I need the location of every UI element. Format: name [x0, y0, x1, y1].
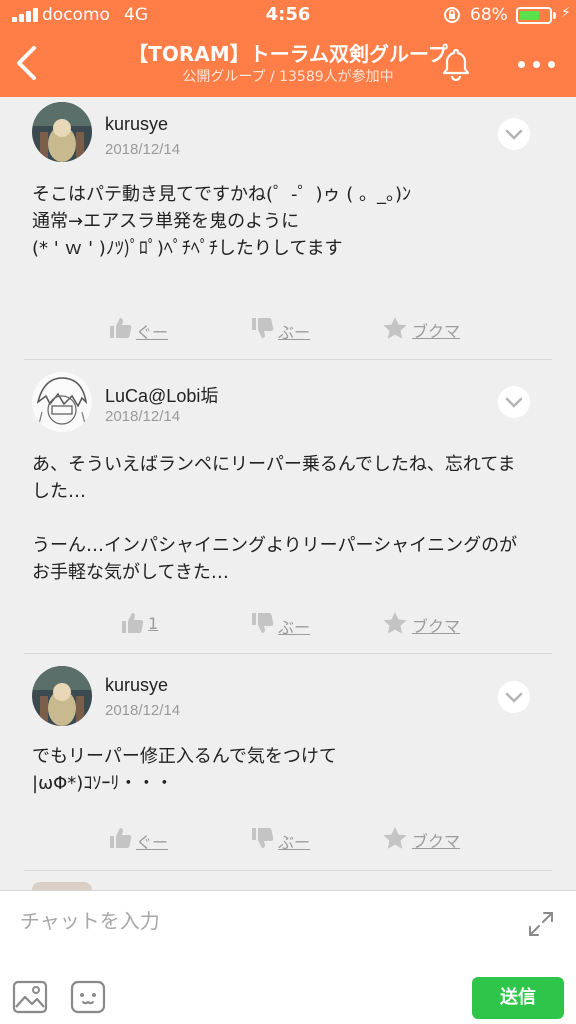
chat-post: kurusye 2018/12/14 でもリーパー修正入るんで気をつけて |ωΦ…: [0, 654, 576, 870]
chat-post: LuCa@Lobi垢 2018/12/14 あ、そういえばランペにリーパー乗るん…: [0, 360, 576, 653]
expand-icon[interactable]: [526, 909, 556, 939]
star-icon: [383, 612, 407, 634]
chat-post: kurusye 2018/12/14 そこはパテ動き見てですかね(゜-゜)ゥ (…: [0, 97, 576, 359]
next-post-avatar-peek: [32, 882, 92, 890]
post-body: そこはパテ動き見てですかね(゜-゜)ゥ ( 。_。)ﾝ 通常→エアスラ単発を鬼の…: [32, 184, 412, 259]
user-avatar[interactable]: [32, 102, 92, 162]
back-button[interactable]: [6, 38, 46, 88]
post-date: 2018/12/14: [105, 408, 181, 425]
thumbs-up-icon: [110, 828, 132, 848]
post-date: 2018/12/14: [105, 702, 181, 719]
battery-icon: [516, 7, 552, 24]
battery-cap: [553, 12, 556, 19]
thumbs-up-icon: [122, 613, 144, 633]
thumbs-down-icon: [252, 613, 274, 633]
post-date: 2018/12/14: [105, 141, 181, 158]
star-icon: [383, 317, 407, 339]
username[interactable]: LuCa@Lobi垢: [105, 382, 218, 408]
app-header: docomo 4G 4:56 68% ⚡ 【TORAM】トーラム双剣グループ 公…: [0, 0, 576, 97]
username[interactable]: kurusye: [105, 675, 168, 696]
thumbs-down-icon: [252, 828, 274, 848]
battery-percent: 68%: [470, 5, 508, 25]
more-options-button[interactable]: [510, 44, 564, 84]
sticker-icon[interactable]: [70, 979, 106, 1015]
chevron-down-icon[interactable]: [498, 681, 530, 713]
thumbs-up-icon: [110, 318, 132, 338]
post-body: でもリーパー修正入るんで気をつけて |ωΦ*)ｺｿｰﾘ・・・: [32, 746, 337, 794]
user-avatar[interactable]: [32, 666, 92, 726]
image-icon[interactable]: [12, 979, 48, 1015]
post-body: あ、そういえばランペにリーパー乗るんでしたね、忘れてました… うーん…インパシャ…: [32, 454, 518, 583]
chat-input[interactable]: [0, 891, 520, 951]
chevron-down-icon[interactable]: [498, 386, 530, 418]
charging-icon: ⚡: [561, 5, 571, 21]
notification-bell-icon[interactable]: [436, 44, 476, 84]
star-icon: [383, 827, 407, 849]
post-divider: [24, 870, 552, 871]
send-button[interactable]: 送信: [472, 977, 564, 1019]
status-bar: docomo 4G 4:56 68% ⚡: [0, 0, 576, 30]
thumbs-down-icon: [252, 318, 274, 338]
username[interactable]: kurusye: [105, 114, 168, 135]
rotation-lock-icon: [444, 7, 460, 23]
chevron-down-icon[interactable]: [498, 118, 530, 150]
user-avatar[interactable]: [32, 372, 92, 432]
chat-composer: 送信: [0, 890, 576, 1024]
